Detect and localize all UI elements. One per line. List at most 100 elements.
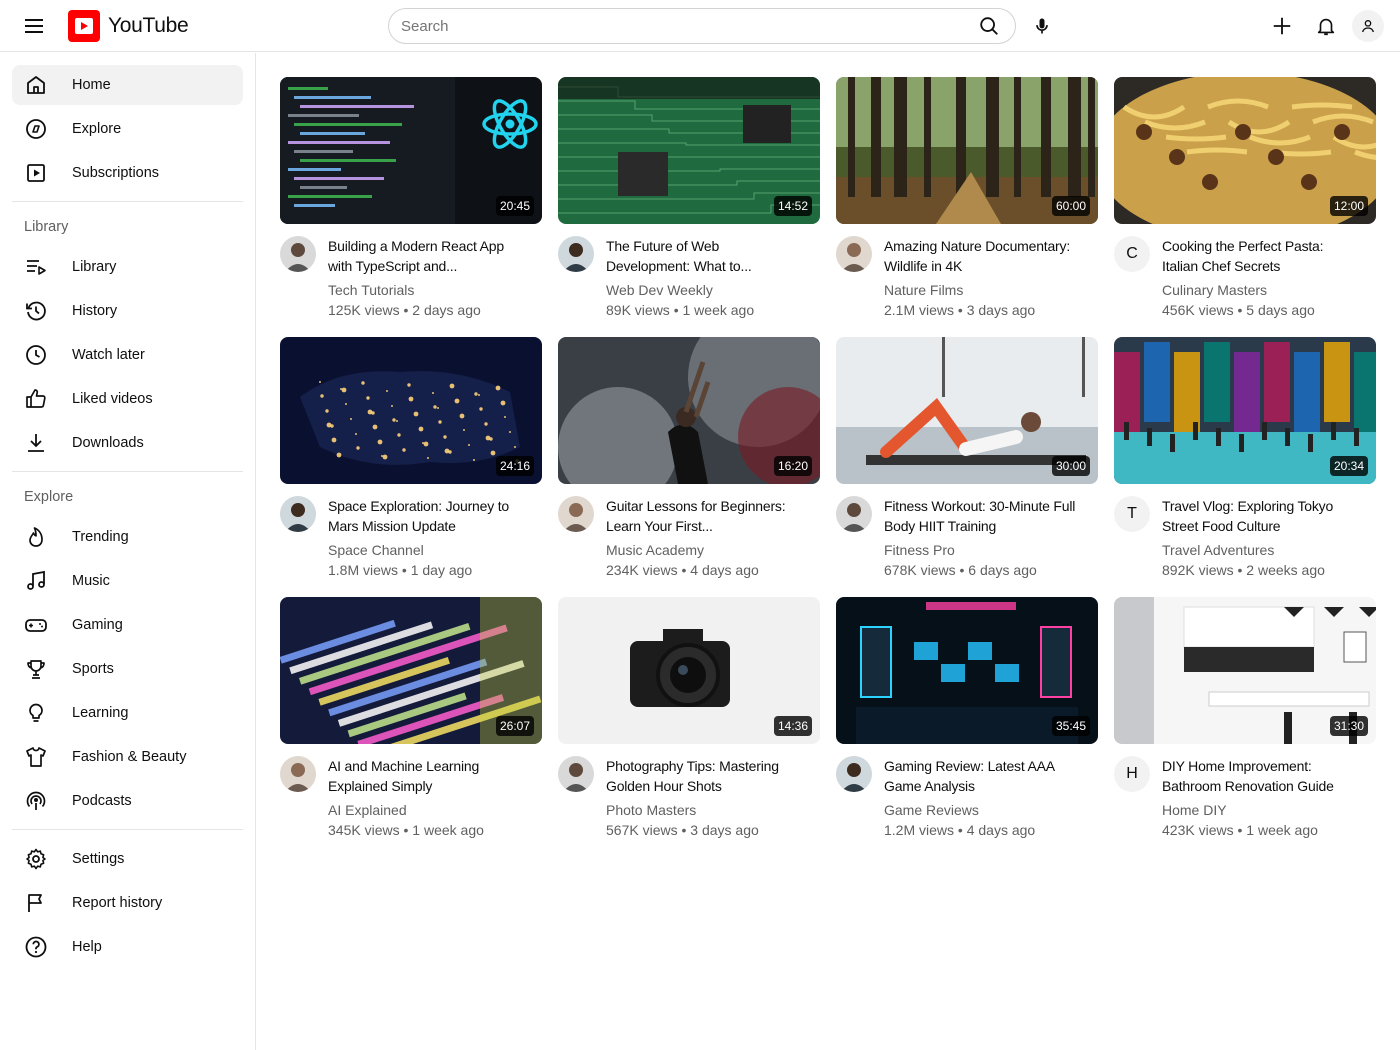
video-meta: T Travel Vlog: Exploring Tokyo Street Foo… xyxy=(1114,496,1376,580)
sidebar-item-music[interactable]: Music xyxy=(12,561,243,601)
channel-name[interactable]: Culinary Masters xyxy=(1162,280,1362,300)
video-title[interactable]: AI and Machine Learning Explained Simply xyxy=(328,756,528,796)
video-card[interactable]: 31:30 H DIY Home Improvement: Bathroom Ren… xyxy=(1114,597,1376,845)
video-thumbnail[interactable]: 35:45 xyxy=(836,597,1098,744)
video-card[interactable]: 24:16 Space Exploration: Journey to Mars … xyxy=(280,337,542,585)
channel-name[interactable]: Game Reviews xyxy=(884,800,1084,820)
video-thumbnail[interactable]: 16:20 xyxy=(558,337,820,484)
sidebar-item-liked-videos[interactable]: Liked videos xyxy=(12,379,243,419)
video-stats: 423K views • 1 week ago xyxy=(1162,820,1362,840)
video-card[interactable]: 16:20 Guitar Lessons for Beginners: Learn… xyxy=(558,337,820,585)
video-thumbnail[interactable]: 20:45 xyxy=(280,77,542,224)
sidebar-item-sports[interactable]: Sports xyxy=(12,649,243,689)
video-thumbnail[interactable]: 14:36 xyxy=(558,597,820,744)
video-card[interactable]: 30:00 Fitness Workout: 30-Minute Full Bod… xyxy=(836,337,1098,585)
sidebar-item-home[interactable]: Home xyxy=(12,65,243,105)
video-card[interactable]: 20:45 Building a Modern React App with Ty… xyxy=(280,77,542,325)
help-icon xyxy=(24,935,48,959)
video-title[interactable]: Guitar Lessons for Beginners: Learn Your… xyxy=(606,496,806,536)
channel-name[interactable]: Home DIY xyxy=(1162,800,1362,820)
video-card[interactable]: 60:00 Amazing Nature Documentary: Wildlif… xyxy=(836,77,1098,325)
video-thumbnail[interactable]: 26:07 xyxy=(280,597,542,744)
channel-avatar[interactable] xyxy=(558,496,594,532)
view-count: 1.8M views xyxy=(328,562,399,578)
channel-avatar[interactable] xyxy=(558,236,594,272)
video-card[interactable]: 35:45 Gaming Review: Latest AAA Game Anal… xyxy=(836,597,1098,845)
video-stats: 892K views • 2 weeks ago xyxy=(1162,560,1362,580)
sidebar-item-podcasts[interactable]: Podcasts xyxy=(12,781,243,821)
youtube-logo[interactable]: YouTube xyxy=(68,10,189,42)
lightbulb-icon xyxy=(24,701,48,725)
sidebar-item-watch-later[interactable]: Watch later xyxy=(12,335,243,375)
search-input[interactable] xyxy=(401,17,963,35)
podcast-icon xyxy=(24,789,48,813)
channel-avatar[interactable] xyxy=(280,236,316,272)
channel-avatar[interactable] xyxy=(280,756,316,792)
sidebar-item-help[interactable]: Help xyxy=(12,927,243,967)
channel-avatar[interactable]: T xyxy=(1114,496,1150,532)
video-title[interactable]: Travel Vlog: Exploring Tokyo Street Food… xyxy=(1162,496,1362,536)
video-title[interactable]: Amazing Nature Documentary: Wildlife in … xyxy=(884,236,1084,276)
sidebar-item-explore[interactable]: Explore xyxy=(12,109,243,149)
channel-avatar[interactable] xyxy=(836,496,872,532)
separator-dot: • xyxy=(954,822,967,838)
voice-search-button[interactable] xyxy=(1024,8,1060,44)
video-card[interactable]: 14:36 Photography Tips: Mastering Golden … xyxy=(558,597,820,845)
sidebar-item-fashion-beauty[interactable]: Fashion & Beauty xyxy=(12,737,243,777)
video-thumbnail[interactable]: 31:30 xyxy=(1114,597,1376,744)
video-title[interactable]: Space Exploration: Journey to Mars Missi… xyxy=(328,496,528,536)
channel-avatar[interactable]: C xyxy=(1114,236,1150,272)
sidebar-item-report-history[interactable]: Report history xyxy=(12,883,243,923)
video-title[interactable]: DIY Home Improvement: Bathroom Renovatio… xyxy=(1162,756,1362,796)
channel-name[interactable]: Nature Films xyxy=(884,280,1084,300)
channel-avatar[interactable] xyxy=(836,236,872,272)
search-button[interactable] xyxy=(963,9,1015,43)
video-meta: Guitar Lessons for Beginners: Learn Your… xyxy=(558,496,820,580)
video-card[interactable]: 20:34 T Travel Vlog: Exploring Tokyo Stree… xyxy=(1114,337,1376,585)
video-thumbnail[interactable]: 20:34 xyxy=(1114,337,1376,484)
video-card[interactable]: 14:52 The Future of Web Development: What… xyxy=(558,77,820,325)
video-thumbnail[interactable]: 30:00 xyxy=(836,337,1098,484)
channel-name[interactable]: Music Academy xyxy=(606,540,806,560)
video-thumbnail[interactable]: 60:00 xyxy=(836,77,1098,224)
video-title[interactable]: Photography Tips: Mastering Golden Hour … xyxy=(606,756,806,796)
sidebar-item-history[interactable]: History xyxy=(12,291,243,331)
hamburger-menu-button[interactable] xyxy=(16,8,52,44)
upload-age: 6 days ago xyxy=(968,562,1037,578)
channel-name[interactable]: AI Explained xyxy=(328,800,528,820)
channel-avatar[interactable]: H xyxy=(1114,756,1150,792)
user-icon xyxy=(1362,20,1374,33)
sidebar-item-trending[interactable]: Trending xyxy=(12,517,243,557)
video-text: Building a Modern React App with TypeScr… xyxy=(328,236,528,320)
video-thumbnail[interactable]: 12:00 xyxy=(1114,77,1376,224)
channel-avatar[interactable] xyxy=(280,496,316,532)
channel-avatar[interactable] xyxy=(836,756,872,792)
channel-name[interactable]: Web Dev Weekly xyxy=(606,280,806,300)
video-title[interactable]: Gaming Review: Latest AAA Game Analysis xyxy=(884,756,1084,796)
channel-avatar[interactable] xyxy=(558,756,594,792)
video-title[interactable]: Cooking the Perfect Pasta: Italian Chef … xyxy=(1162,236,1362,276)
notifications-button[interactable] xyxy=(1308,8,1344,44)
sidebar-item-settings[interactable]: Settings xyxy=(12,839,243,879)
video-thumbnail[interactable]: 14:52 xyxy=(558,77,820,224)
channel-name[interactable]: Fitness Pro xyxy=(884,540,1084,560)
channel-name[interactable]: Tech Tutorials xyxy=(328,280,528,300)
channel-name[interactable]: Travel Adventures xyxy=(1162,540,1362,560)
account-avatar-button[interactable] xyxy=(1352,10,1384,42)
channel-name[interactable]: Space Channel xyxy=(328,540,528,560)
thumbs-up-icon xyxy=(24,387,48,411)
video-card[interactable]: 26:07 AI and Machine Learning Explained S… xyxy=(280,597,542,845)
sidebar-item-library[interactable]: Library xyxy=(12,247,243,287)
channel-name[interactable]: Photo Masters xyxy=(606,800,806,820)
video-card[interactable]: 12:00 C Cooking the Perfect Pasta: Italian… xyxy=(1114,77,1376,325)
video-title[interactable]: Building a Modern React App with TypeScr… xyxy=(328,236,528,276)
video-title[interactable]: Fitness Workout: 30-Minute Full Body HII… xyxy=(884,496,1084,536)
sidebar-item-subscriptions[interactable]: Subscriptions xyxy=(12,153,243,193)
sidebar-item-learning[interactable]: Learning xyxy=(12,693,243,733)
sidebar-item-downloads[interactable]: Downloads xyxy=(12,423,243,463)
sidebar-item-gaming[interactable]: Gaming xyxy=(12,605,243,645)
video-text: The Future of Web Development: What to..… xyxy=(606,236,806,320)
create-button[interactable] xyxy=(1264,8,1300,44)
video-thumbnail[interactable]: 24:16 xyxy=(280,337,542,484)
video-title[interactable]: The Future of Web Development: What to..… xyxy=(606,236,806,276)
